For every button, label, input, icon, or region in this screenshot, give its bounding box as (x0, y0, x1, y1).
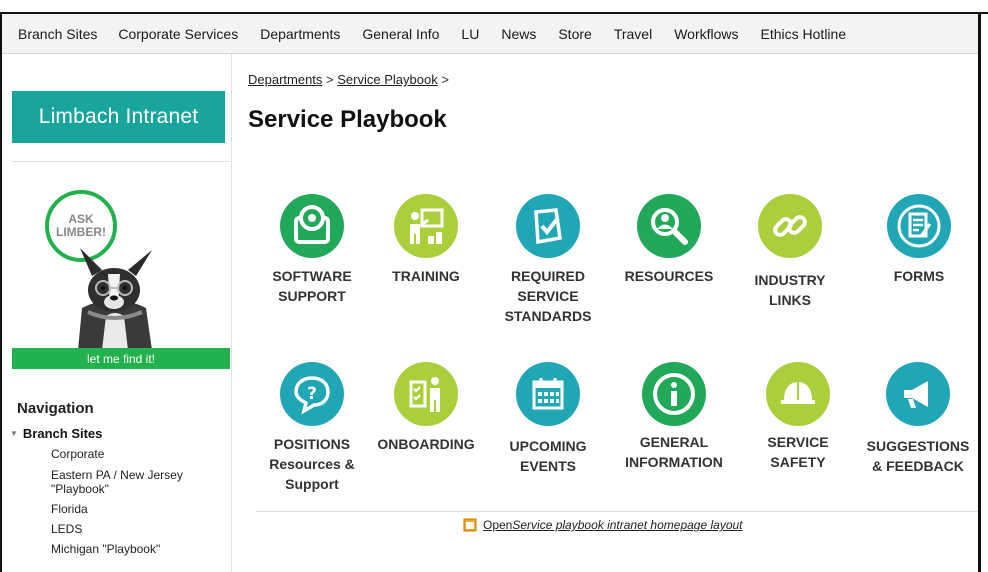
content-divider (256, 511, 978, 512)
hardhat-icon[interactable] (766, 362, 830, 426)
tile-onboarding[interactable]: ONBOARDING (366, 362, 486, 454)
topnav-departments[interactable]: Departments (260, 26, 340, 42)
topnav-general-info[interactable]: General Info (362, 26, 439, 42)
tile-upcoming-events[interactable]: UPCOMING EVENTS (488, 362, 608, 476)
sidebar-divider (12, 161, 230, 162)
software-icon[interactable] (280, 194, 344, 258)
info-icon[interactable] (642, 362, 706, 426)
tile-label: UPCOMING EVENTS (509, 438, 587, 474)
layout-link-prefix: Open (483, 518, 513, 532)
calendar-icon[interactable] (516, 362, 580, 426)
topnav-news[interactable]: News (501, 26, 536, 42)
magnifier-icon[interactable] (637, 194, 701, 258)
nav-item-leds[interactable]: LEDS (51, 522, 201, 536)
tile-forms[interactable]: FORMS (859, 194, 979, 286)
form-icon[interactable] (887, 194, 951, 258)
tile-software-support[interactable]: SOFTWARE SUPPORT (252, 194, 372, 306)
tile-label: SUGGESTIONS & FEEDBACK (866, 438, 970, 474)
page-layout-icon (463, 518, 477, 532)
tile-label: RESOURCES (624, 268, 714, 284)
training-icon[interactable] (394, 194, 458, 258)
window-frame-top (0, 0, 988, 14)
tile-suggestions-feedback[interactable]: SUGGESTIONS & FEEDBACK (858, 362, 978, 476)
tile-label: POSITIONS Resources & Support (269, 436, 355, 492)
layout-link[interactable]: Open Service playbook intranet homepage … (463, 518, 743, 532)
tile-required-service-standards[interactable]: REQUIRED SERVICE STANDARDS (488, 194, 608, 326)
breadcrumb-service-playbook[interactable]: Service Playbook (337, 72, 437, 87)
topnav-workflows[interactable]: Workflows (674, 26, 738, 42)
breadcrumb-separator: > (322, 72, 338, 87)
tile-label: SOFTWARE SUPPORT (272, 268, 352, 304)
site-logo[interactable]: Limbach Intranet (12, 91, 225, 143)
tile-label: FORMS (893, 268, 945, 284)
tile-industry-links[interactable]: INDUSTRY LINKS (730, 194, 850, 310)
topnav-corporate-services[interactable]: Corporate Services (118, 26, 238, 42)
question-icon[interactable]: ? (280, 362, 344, 426)
breadcrumb-departments[interactable]: Departments (248, 72, 322, 87)
tile-service-safety[interactable]: SERVICE SAFETY (738, 362, 858, 472)
navigation-tree: ▼ Branch Sites Corporate Eastern PA / Ne… (10, 426, 230, 556)
topnav-lu[interactable]: LU (461, 26, 479, 42)
topnav-branch-sites[interactable]: Branch Sites (18, 26, 97, 42)
link-icon[interactable] (758, 194, 822, 258)
nav-branch-sites[interactable]: ▼ Branch Sites (10, 426, 230, 441)
topnav-store[interactable]: Store (558, 26, 591, 42)
topnav-travel[interactable]: Travel (614, 26, 652, 42)
tile-resources[interactable]: RESOURCES (609, 194, 729, 286)
layout-link-text[interactable]: Service playbook intranet homepage layou… (512, 518, 742, 532)
nav-branch-label: Branch Sites (22, 426, 103, 441)
tile-label: REQUIRED SERVICE STANDARDS (504, 268, 592, 324)
tile-label: SERVICE SAFETY (767, 434, 829, 470)
megaphone-icon[interactable] (886, 362, 950, 426)
nav-item-eastern-pa[interactable]: Eastern PA / New Jersey "Playbook" (51, 468, 201, 496)
find-it-button[interactable]: let me find it! (12, 348, 230, 369)
nav-item-corporate[interactable]: Corporate (51, 447, 201, 461)
breadcrumb-separator: > (437, 72, 449, 87)
caret-down-icon[interactable]: ▼ (10, 429, 18, 438)
dog-mascot-icon (78, 248, 152, 350)
onboarding-icon[interactable] (394, 362, 458, 426)
topnav-ethics-hotline[interactable]: Ethics Hotline (761, 26, 847, 42)
tile-training[interactable]: TRAINING (366, 194, 486, 286)
navigation-heading: Navigation (17, 400, 94, 417)
nav-item-florida[interactable]: Florida (51, 502, 201, 516)
tile-label: ONBOARDING (377, 436, 475, 452)
ask-limber-promo[interactable]: ASK LIMBER! (12, 186, 230, 370)
page-title: Service Playbook (248, 106, 447, 133)
tile-positions[interactable]: ? POSITIONS Resources & Support (252, 362, 372, 494)
tile-label: GENERAL INFORMATION (625, 434, 723, 470)
tile-label: TRAINING (392, 268, 460, 284)
breadcrumb: Departments > Service Playbook > (248, 72, 449, 87)
top-navigation: Branch Sites Corporate Services Departme… (2, 14, 978, 54)
tile-label: INDUSTRY LINKS (754, 272, 826, 308)
nav-item-michigan[interactable]: Michigan "Playbook" (51, 542, 201, 556)
svg-text:?: ? (307, 384, 317, 404)
tile-general-information[interactable]: GENERAL INFORMATION (614, 362, 734, 472)
sidebar: Limbach Intranet ASK LIMBER! let me find… (2, 54, 232, 572)
checklist-icon[interactable] (516, 194, 580, 258)
window-frame-right (978, 12, 981, 572)
